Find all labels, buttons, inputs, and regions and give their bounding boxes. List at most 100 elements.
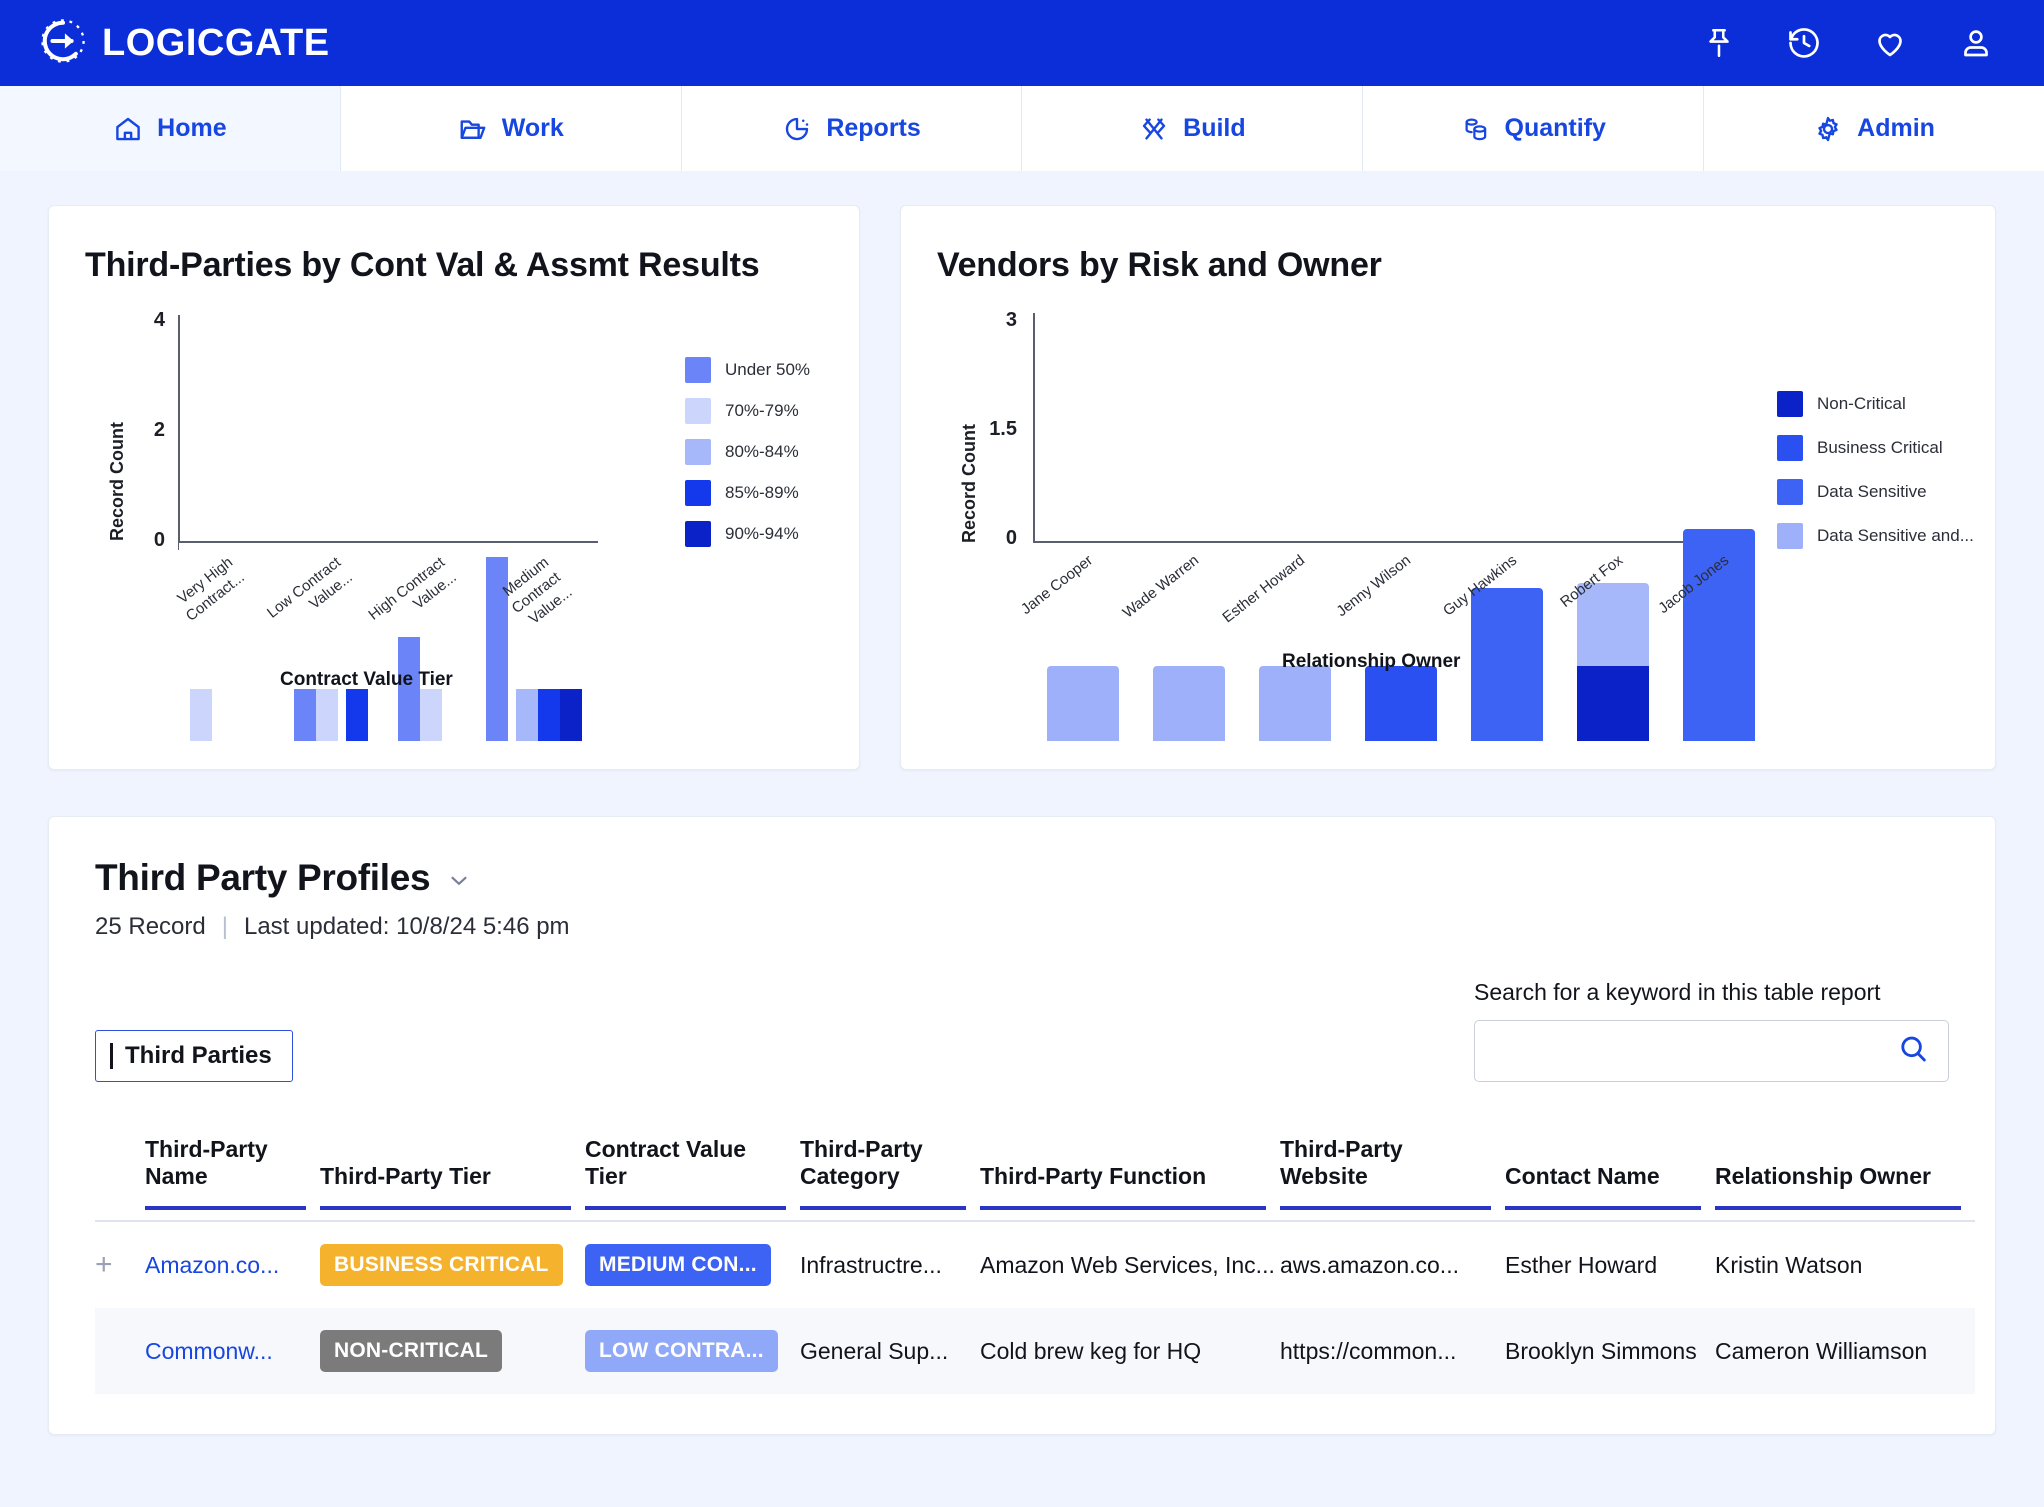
th-underline xyxy=(1280,1206,1491,1210)
cell-contact-name: Brooklyn Simmons xyxy=(1505,1308,1715,1394)
nav-label-home: Home xyxy=(157,114,226,143)
nav-item-work[interactable]: Work xyxy=(341,86,682,171)
row-expander[interactable] xyxy=(95,1308,145,1394)
legend-item[interactable]: Business Critical xyxy=(1777,435,1974,461)
th-underline xyxy=(320,1206,571,1210)
cell-third-party-function: Amazon Web Services, Inc... xyxy=(980,1221,1280,1308)
table-row[interactable]: Commonw... NON-CRITICAL LOW CONTRA... Ge… xyxy=(95,1308,1975,1394)
cell-third-party-category: General Sup... xyxy=(800,1308,980,1394)
th-label: Third-Party Website xyxy=(1280,1136,1403,1189)
top-bar: LOGICGATE xyxy=(0,0,2044,86)
nav-item-admin[interactable]: Admin xyxy=(1704,86,2044,171)
cell-third-party-function: Cold brew keg for HQ xyxy=(980,1308,1280,1394)
legend-item[interactable]: 85%-89% xyxy=(685,480,810,506)
legend-swatch-70-79 xyxy=(685,398,711,424)
table-header-third-party-name[interactable]: Third-Party Name xyxy=(145,1136,320,1221)
chart-2-ytick-15: 1.5 xyxy=(945,418,1017,441)
table-header-third-party-tier[interactable]: Third-Party Tier xyxy=(320,1136,585,1221)
bar-jane-cooper xyxy=(1047,666,1119,741)
status-badge-tier: BUSINESS CRITICAL xyxy=(320,1244,563,1286)
table-header-contract-value-tier[interactable]: Contract Value Tier xyxy=(585,1136,800,1221)
legend-swatch-under50 xyxy=(685,357,711,383)
chart-2-cat-0: Jane Cooper xyxy=(976,551,1097,651)
nav-item-home[interactable]: Home xyxy=(0,86,341,171)
heart-icon[interactable] xyxy=(1872,25,1908,61)
search-label: Search for a keyword in this table repor… xyxy=(1474,979,1949,1006)
th-underline xyxy=(145,1206,306,1210)
table-header-contact-name[interactable]: Contact Name xyxy=(1505,1136,1715,1221)
table-header-third-party-category[interactable]: Third-Party Category xyxy=(800,1136,980,1221)
top-bar-icons xyxy=(1702,25,2008,61)
search-icon[interactable] xyxy=(1896,1032,1930,1071)
legend-label-data-sensitive-and: Data Sensitive and... xyxy=(1817,526,1974,546)
charts-row: Third-Parties by Cont Val & Assmt Result… xyxy=(48,205,1996,770)
chart-2-xlabel: Relationship Owner xyxy=(1282,651,1460,673)
table-row[interactable]: + Amazon.co... BUSINESS CRITICAL MEDIUM … xyxy=(95,1221,1975,1308)
table-header-third-party-function[interactable]: Third-Party Function xyxy=(980,1136,1280,1221)
pie-chart-icon xyxy=(782,114,812,144)
th-label: Third-Party Name xyxy=(145,1136,268,1189)
cell-third-party-name[interactable]: Commonw... xyxy=(145,1308,320,1394)
legend-item[interactable]: Data Sensitive and... xyxy=(1777,523,1974,549)
table-header-relationship-owner[interactable]: Relationship Owner xyxy=(1715,1136,1975,1221)
legend-swatch-business-critical xyxy=(1777,435,1803,461)
nav-label-reports: Reports xyxy=(826,114,920,143)
legend-swatch-non-critical xyxy=(1777,391,1803,417)
report-subheader: 25 Record | Last updated: 10/8/24 5:46 p… xyxy=(95,913,1949,941)
legend-label-non-critical: Non-Critical xyxy=(1817,394,1906,414)
nav-label-admin: Admin xyxy=(1857,114,1935,143)
tab-label: Third Parties xyxy=(125,1042,272,1070)
legend-item[interactable]: Under 50% xyxy=(685,357,810,383)
row-expander[interactable]: + xyxy=(95,1221,145,1308)
search-box[interactable] xyxy=(1474,1020,1949,1082)
third-party-table: Third-Party Name Third-Party Tier Contra… xyxy=(95,1136,1975,1394)
report-header: Third Party Profiles xyxy=(95,857,1949,899)
third-party-link[interactable]: Commonw... xyxy=(145,1338,273,1364)
pin-icon[interactable] xyxy=(1702,26,1736,60)
chart-title-2: Vendors by Risk and Owner xyxy=(937,246,1967,285)
cell-third-party-tier: NON-CRITICAL xyxy=(320,1308,585,1394)
gear-icon xyxy=(1813,114,1843,144)
search-block: Search for a keyword in this table repor… xyxy=(1474,979,1949,1082)
bar-veryhigh-70-79 xyxy=(190,689,212,741)
chart-1-plot: Record Count 4 2 0 xyxy=(85,311,831,741)
legend-item[interactable]: Non-Critical xyxy=(1777,391,1974,417)
legend-item[interactable]: 90%-94% xyxy=(685,521,810,547)
nav-item-quantify[interactable]: Quantify xyxy=(1363,86,1704,171)
legend-swatch-85-89 xyxy=(685,480,711,506)
expand-icon[interactable]: + xyxy=(95,1248,113,1281)
chevron-down-icon[interactable] xyxy=(446,867,472,897)
third-party-profiles-card: Third Party Profiles 25 Record | Last up… xyxy=(48,816,1996,1435)
brand-name: LOGICGATE xyxy=(102,22,330,65)
chart-2-plot: Record Count 3 1.5 0 Jane Cooper Wade Wa… xyxy=(937,311,1967,741)
cell-third-party-category: Infrastructre... xyxy=(800,1221,980,1308)
nav-label-quantify: Quantify xyxy=(1505,114,1606,143)
page-body: Third-Parties by Cont Val & Assmt Result… xyxy=(0,171,2044,1435)
history-icon[interactable] xyxy=(1786,25,1822,61)
search-input[interactable] xyxy=(1475,1021,1896,1081)
legend-label-business-critical: Business Critical xyxy=(1817,438,1943,458)
legend-swatch-data-sensitive-and xyxy=(1777,523,1803,549)
brand-logo[interactable]: LOGICGATE xyxy=(40,18,330,69)
chart-1-xlabel: Contract Value Tier xyxy=(280,669,453,691)
home-icon xyxy=(113,114,143,144)
folder-icon xyxy=(458,114,488,144)
legend-item[interactable]: 70%-79% xyxy=(685,398,810,424)
cell-contract-value-tier: MEDIUM CON... xyxy=(585,1221,800,1308)
tab-third-parties[interactable]: Third Parties xyxy=(95,1030,293,1082)
nav-item-reports[interactable]: Reports xyxy=(682,86,1023,171)
legend-item[interactable]: Data Sensitive xyxy=(1777,479,1974,505)
bar-low-85-89 xyxy=(346,689,368,741)
coins-icon xyxy=(1461,114,1491,144)
cell-relationship-owner: Kristin Watson xyxy=(1715,1221,1975,1308)
user-icon[interactable] xyxy=(1958,25,1994,61)
cell-third-party-name[interactable]: Amazon.co... xyxy=(145,1221,320,1308)
legend-label-90-94: 90%-94% xyxy=(725,524,799,544)
third-party-link[interactable]: Amazon.co... xyxy=(145,1252,279,1278)
build-icon xyxy=(1139,114,1169,144)
nav-item-build[interactable]: Build xyxy=(1022,86,1363,171)
tab-accent-bar xyxy=(110,1043,113,1069)
table-header-third-party-website[interactable]: Third-Party Website xyxy=(1280,1136,1505,1221)
main-nav: Home Work Reports Build xyxy=(0,86,2044,171)
legend-item[interactable]: 80%-84% xyxy=(685,439,810,465)
